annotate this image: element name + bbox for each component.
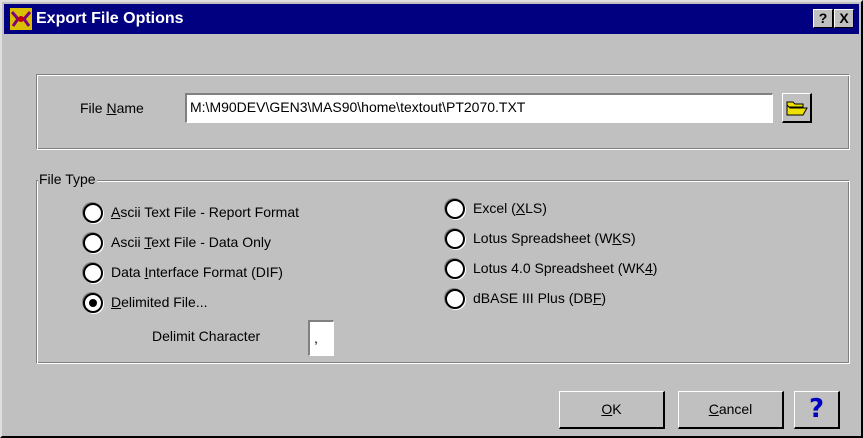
radio-label: Ascii Text File - Data Only xyxy=(111,234,272,250)
cancel-button[interactable]: Cancel xyxy=(678,391,784,429)
browse-folder-button[interactable] xyxy=(782,93,812,123)
radio-label: dBASE III Plus (DBF) xyxy=(473,290,607,306)
radio-button[interactable] xyxy=(445,259,465,279)
delimit-character-input[interactable]: , xyxy=(308,320,334,356)
radio-button[interactable] xyxy=(83,293,103,313)
title-bar[interactable]: Export File Options ? X xyxy=(4,4,859,34)
radio-label: Lotus 4.0 Spreadsheet (WK4) xyxy=(473,260,658,276)
radio-label: Excel (XLS) xyxy=(473,200,547,216)
file-name-label: File Name xyxy=(80,100,144,116)
title-help-button[interactable]: ? xyxy=(813,9,833,28)
radio-button[interactable] xyxy=(445,199,465,219)
app-icon xyxy=(10,8,32,30)
ok-button[interactable]: OK xyxy=(559,391,665,429)
radio-label: Lotus Spreadsheet (WKS) xyxy=(473,230,636,246)
radio-label: Data Interface Format (DIF) xyxy=(111,264,283,280)
radio-button[interactable] xyxy=(445,229,465,249)
radio-button[interactable] xyxy=(83,263,103,283)
file-name-input[interactable]: M:\M90DEV\GEN3\MAS90\home\textout\PT2070… xyxy=(185,93,773,123)
radio-label: Ascii Text File - Report Format xyxy=(111,204,300,220)
radio-button[interactable] xyxy=(445,289,465,309)
dialog-title: Export File Options xyxy=(36,10,184,27)
export-file-options-dialog: Export File Options ? X File Name M:\M90… xyxy=(0,0,863,438)
radio-button[interactable] xyxy=(83,203,103,223)
help-button[interactable]: ? xyxy=(794,391,840,429)
file-type-legend: File Type xyxy=(38,171,97,187)
radio-button[interactable] xyxy=(83,233,103,253)
title-close-button[interactable]: X xyxy=(834,9,854,28)
help-question-icon: ? xyxy=(808,394,825,424)
radio-label: Delimited File... xyxy=(111,294,208,310)
delimit-character-label: Delimit Character xyxy=(152,328,261,344)
